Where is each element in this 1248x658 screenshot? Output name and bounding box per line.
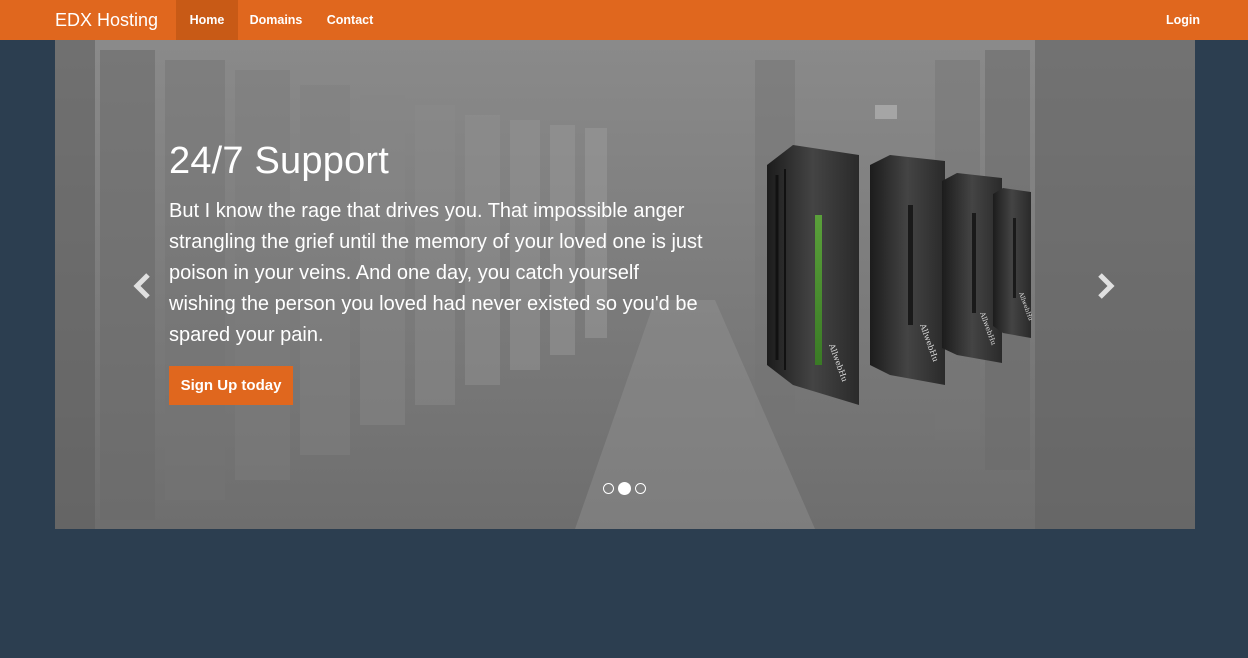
carousel-indicator-2[interactable] xyxy=(618,482,631,495)
carousel-indicators xyxy=(603,482,646,495)
carousel-next-button[interactable] xyxy=(1091,268,1121,304)
chevron-right-icon xyxy=(1098,273,1115,299)
nav-contact[interactable]: Contact xyxy=(314,0,386,40)
carousel-indicator-3[interactable] xyxy=(635,483,646,494)
nav-domains[interactable]: Domains xyxy=(238,0,314,40)
carousel-prev-button[interactable] xyxy=(127,268,157,304)
login-link[interactable]: Login xyxy=(1158,0,1208,40)
slide-text: But I know the rage that drives you. Tha… xyxy=(169,200,703,346)
chevron-left-icon xyxy=(133,273,150,299)
carousel-indicator-1[interactable] xyxy=(603,483,614,494)
slide-caption: 24/7 Support But I know the rage that dr… xyxy=(169,138,709,405)
hero-carousel: AllwebHu AllwebHu AllwebHu AllwebHu 24/7… xyxy=(55,40,1195,529)
slide-title: 24/7 Support xyxy=(169,140,390,182)
signup-button[interactable]: Sign Up today xyxy=(169,366,293,405)
top-navbar: EDX Hosting Home Domains Contact Login xyxy=(0,0,1248,40)
brand-logo[interactable]: EDX Hosting xyxy=(55,0,158,40)
nav-home[interactable]: Home xyxy=(176,0,238,40)
